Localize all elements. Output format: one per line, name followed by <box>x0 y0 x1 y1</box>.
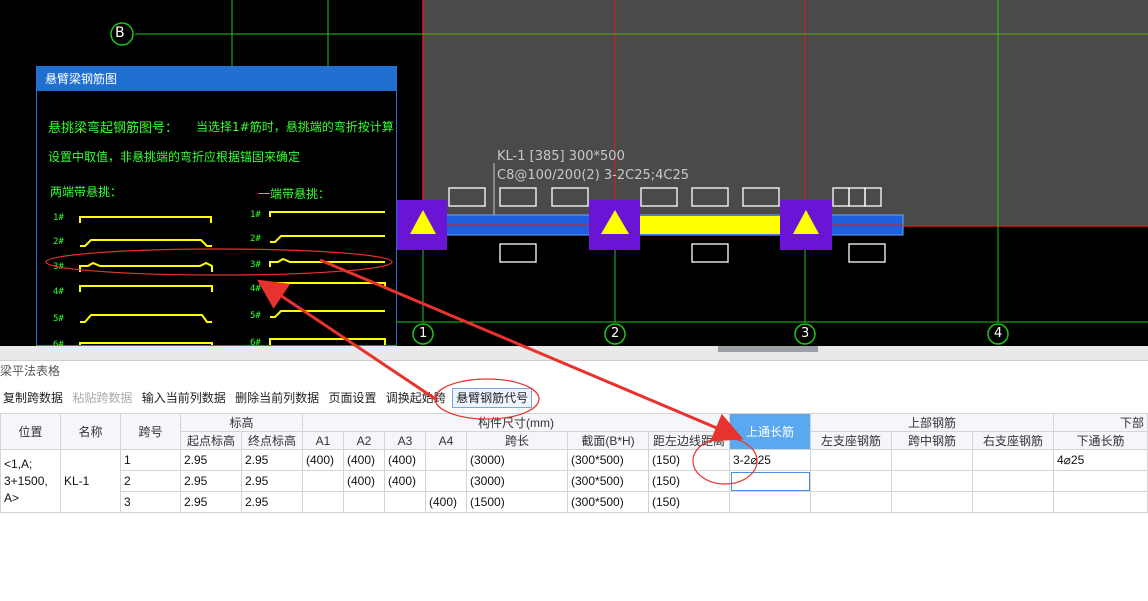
header-bottom-through-rebar[interactable]: 下通长筋 <box>1053 431 1148 450</box>
edge-distance-cell[interactable]: (150) <box>648 491 730 513</box>
span-cell[interactable]: 3 <box>120 491 181 513</box>
span-cell[interactable]: 2 <box>120 470 181 492</box>
popup-title[interactable]: 悬臂梁钢筋图 <box>37 67 396 91</box>
cantilever-rebar-code-button[interactable]: 悬臂钢筋代号 <box>452 388 533 408</box>
end-elev-cell[interactable]: 2.95 <box>241 449 303 471</box>
copy-span-data-button[interactable]: 复制跨数据 <box>0 388 66 408</box>
delete-column-data-button[interactable]: 删除当前列数据 <box>232 388 322 408</box>
left-seat-rebar-cell[interactable] <box>810 470 892 492</box>
a1-cell[interactable] <box>302 470 344 492</box>
rebar-shapes <box>79 211 386 345</box>
span-length-cell[interactable]: (3000) <box>466 449 568 471</box>
bottom-through-rebar-cell[interactable] <box>1053 470 1148 492</box>
beam-label-line2: C8@100/200(2) 3-2C25;4C25 <box>497 168 690 183</box>
header-left-seat-rebar[interactable]: 左支座钢筋 <box>810 431 892 450</box>
header-end-elevation[interactable]: 终点标高 <box>241 431 303 450</box>
header-a4[interactable]: A4 <box>425 431 467 450</box>
position-line-1: <1,A; <box>4 456 33 471</box>
edge-distance-cell[interactable]: (150) <box>648 470 730 492</box>
header-mid-span-rebar[interactable]: 跨中钢筋 <box>891 431 973 450</box>
header-a3[interactable]: A3 <box>384 431 426 450</box>
top-through-rebar-cell-selected[interactable] <box>729 470 811 492</box>
header-span-length[interactable]: 跨长 <box>466 431 568 450</box>
left-seat-rebar-cell[interactable] <box>810 449 892 471</box>
a3-cell[interactable]: (400) <box>384 449 426 471</box>
beam-table: 位置 名称 跨号 标高 构件尺寸(mm) 上通长筋 上部钢筋 下部 起点标高 终… <box>0 413 1148 513</box>
span-length-cell[interactable]: (1500) <box>466 491 568 513</box>
section-cell[interactable]: (300*500) <box>567 449 649 471</box>
section-cell[interactable]: (300*500) <box>567 491 649 513</box>
right-seat-rebar-cell[interactable] <box>972 491 1054 513</box>
span-cell[interactable]: 1 <box>120 449 181 471</box>
a2-cell[interactable]: (400) <box>343 470 385 492</box>
bottom-through-rebar-cell[interactable]: 4⌀25 <box>1053 449 1148 471</box>
start-elev-cell[interactable]: 2.95 <box>180 470 242 492</box>
toolbar: 复制跨数据 粘贴跨数据 输入当前列数据 删除当前列数据 页面设置 调换起始跨 悬… <box>0 388 533 408</box>
swap-start-span-button[interactable]: 调换起始跨 <box>383 388 449 408</box>
start-elev-cell[interactable]: 2.95 <box>180 491 242 513</box>
cantilever-rebar-popup[interactable]: 悬臂梁钢筋图 悬挑梁弯起钢筋图号： 当选择1#筋时，悬挑端的弯折按计算 设置中取… <box>36 66 397 350</box>
name-cell[interactable]: KL-1 <box>60 449 121 513</box>
a4-cell[interactable] <box>425 449 467 471</box>
right-seat-rebar-cell[interactable] <box>972 449 1054 471</box>
splitter-handle[interactable] <box>718 346 818 352</box>
axis-b-label: B <box>115 25 125 41</box>
header-top-through-rebar[interactable]: 上通长筋 <box>729 413 811 450</box>
span-length-cell[interactable]: (3000) <box>466 470 568 492</box>
a3-cell[interactable]: (400) <box>384 470 426 492</box>
paste-span-data-button[interactable]: 粘贴跨数据 <box>69 388 135 408</box>
a2-cell[interactable] <box>343 491 385 513</box>
header-top-rebar[interactable]: 上部钢筋 <box>810 413 1054 432</box>
edge-distance-cell[interactable]: (150) <box>648 449 730 471</box>
section-cell[interactable]: (300*500) <box>567 470 649 492</box>
axis-1-label: 1 <box>419 326 428 341</box>
header-a2[interactable]: A2 <box>343 431 385 450</box>
right-seat-rebar-cell[interactable] <box>972 470 1054 492</box>
beam-label-line1: KL-1 [385] 300*500 <box>497 149 625 164</box>
mid-span-rebar-cell[interactable] <box>891 470 973 492</box>
a2-cell[interactable]: (400) <box>343 449 385 471</box>
header-name[interactable]: 名称 <box>60 413 121 450</box>
a1-cell[interactable] <box>302 491 344 513</box>
input-column-data-button[interactable]: 输入当前列数据 <box>139 388 229 408</box>
left-seat-rebar-cell[interactable] <box>810 491 892 513</box>
mid-span-rebar-cell[interactable] <box>891 491 973 513</box>
header-start-elevation[interactable]: 起点标高 <box>180 431 242 450</box>
start-elev-cell[interactable]: 2.95 <box>180 449 242 471</box>
header-section[interactable]: 截面(B*H) <box>567 431 649 450</box>
mid-span-rebar-cell[interactable] <box>891 449 973 471</box>
header-bottom-rebar[interactable]: 下部 <box>1053 413 1148 432</box>
splitter-strip[interactable] <box>0 346 1148 361</box>
end-elev-cell[interactable]: 2.95 <box>241 491 303 513</box>
axis-4-label: 4 <box>994 326 1003 341</box>
header-right-seat-rebar[interactable]: 右支座钢筋 <box>972 431 1054 450</box>
position-line-3: A> <box>4 490 20 505</box>
a4-cell[interactable] <box>425 470 467 492</box>
header-span[interactable]: 跨号 <box>120 413 181 450</box>
top-through-rebar-cell[interactable]: 3-2⌀25 <box>729 449 811 471</box>
top-through-rebar-cell[interactable] <box>729 491 811 513</box>
header-member-size[interactable]: 构件尺寸(mm) <box>302 413 730 432</box>
axis-3-label: 3 <box>801 326 810 341</box>
bottom-through-rebar-cell[interactable] <box>1053 491 1148 513</box>
header-edge-distance[interactable]: 距左边线距离 <box>648 431 730 450</box>
a4-cell[interactable]: (400) <box>425 491 467 513</box>
page-setup-button[interactable]: 页面设置 <box>325 388 379 408</box>
axis-2-label: 2 <box>611 326 620 341</box>
header-position[interactable]: 位置 <box>0 413 61 450</box>
a3-cell[interactable] <box>384 491 426 513</box>
header-elevation[interactable]: 标高 <box>180 413 303 432</box>
a1-cell[interactable]: (400) <box>302 449 344 471</box>
position-line-2: 3+1500, <box>4 473 48 488</box>
panel-title: 梁平法表格 <box>0 364 61 378</box>
position-cell[interactable]: <1,A; 3+1500, A> <box>0 449 61 513</box>
end-elev-cell[interactable]: 2.95 <box>241 470 303 492</box>
header-a1[interactable]: A1 <box>302 431 344 450</box>
